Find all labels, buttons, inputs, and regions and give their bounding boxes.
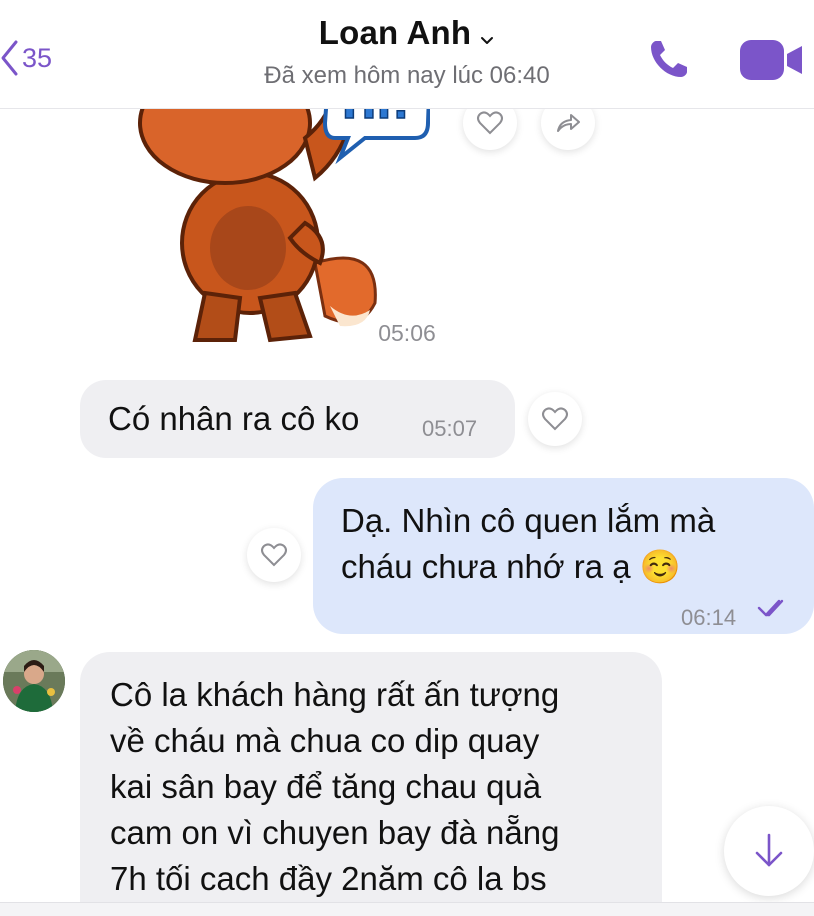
phone-icon[interactable] (646, 36, 692, 82)
contact-name: Loan Anh (318, 14, 472, 51)
dropdown-chevron-icon (481, 36, 494, 44)
read-check-icon (757, 599, 784, 617)
like-button[interactable] (528, 392, 582, 446)
heart-icon (477, 111, 503, 135)
heart-icon (542, 407, 568, 431)
heart-icon (261, 543, 287, 567)
sticker-share-button[interactable] (541, 108, 595, 150)
scroll-down-arrow-icon (755, 833, 783, 867)
video-camera-icon[interactable] (740, 38, 804, 82)
outgoing-message[interactable]: Dạ. Nhìn cô quen lắm mà cháu chưa nhớ ra… (313, 478, 814, 634)
message-text: Có nhân ra cô ko (108, 400, 360, 437)
message-time: 06:14 (681, 605, 737, 630)
message-line: 7h tối cach đầy 2năm cô la bs (110, 860, 547, 897)
message-line: Dạ. Nhìn cô quen lắm mà (341, 502, 716, 539)
incoming-message[interactable]: Có nhân ra cô ko 05:07 (80, 380, 515, 458)
message-line: về cháu mà chua co dip quay (110, 722, 540, 759)
message-line: Cô la khách hàng rất ấn tượng (110, 676, 560, 713)
bottom-divider (0, 902, 814, 916)
like-button[interactable] (247, 528, 301, 582)
sticker-text: Hi! (342, 108, 411, 128)
chat-header: 35 Loan Anh Đã xem hôm nay lúc 06:40 (0, 0, 814, 109)
message-line: kai sân bay để tăng chau quà (110, 768, 542, 805)
message-line: cháu chưa nhớ ra ạ ☺️ (341, 548, 681, 585)
avatar[interactable] (3, 650, 65, 712)
incoming-message[interactable]: Cô la khách hàng rất ấn tượng về cháu mà… (80, 652, 662, 915)
message-time: 05:07 (422, 416, 478, 441)
share-icon (557, 114, 580, 132)
time-separator: 05:06 (378, 320, 436, 346)
sticker-like-button[interactable] (463, 108, 517, 150)
scroll-down-button[interactable] (724, 806, 814, 896)
chat-area[interactable]: Hi! 05:06 Có nhân ra cô ko 05:07 Dạ. Nhì… (0, 108, 814, 915)
message-line: cam on vì chuyen bay đà nẵng (110, 814, 560, 851)
